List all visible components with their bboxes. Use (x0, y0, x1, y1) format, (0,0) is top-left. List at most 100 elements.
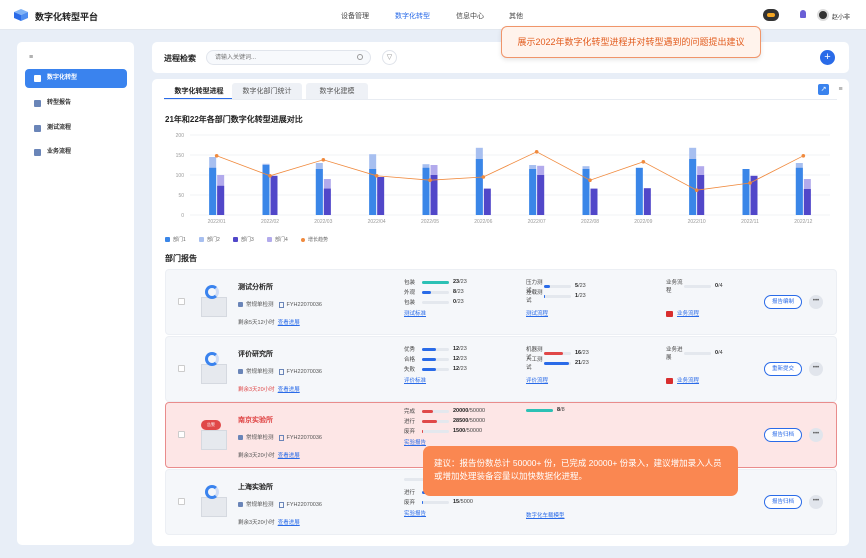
org-name[interactable]: 评价研究所 (238, 349, 273, 359)
assistant-robot-icon[interactable] (763, 9, 779, 21)
business-flow-link[interactable]: 业务流程 (666, 376, 699, 384)
menu-toggle-icon[interactable]: ≡ (29, 54, 33, 61)
process-link[interactable]: 数字化车载模型 (526, 511, 565, 519)
trend-point (694, 188, 699, 192)
metric-bar (526, 408, 553, 412)
metric-value: 1/23 (575, 293, 586, 299)
nav-device-management[interactable]: 设备管理 (341, 11, 369, 21)
x-tick-label: 2022/12 (794, 219, 812, 225)
process-link[interactable]: 评价流程 (526, 376, 548, 384)
metric-name: 废弃 (404, 500, 416, 506)
metric-name: 废弃 (404, 429, 416, 435)
check-type: 常规单检测 (246, 302, 274, 308)
view-progress-link[interactable]: 查看进展 (278, 387, 300, 393)
notification-bell-icon[interactable] (800, 10, 806, 18)
trend-point (374, 174, 379, 178)
metric-value: 12/23 (453, 346, 467, 352)
select-checkbox[interactable] (178, 498, 185, 505)
legend-label: 部门4 (275, 237, 288, 243)
metric-value: 8/8 (557, 407, 565, 413)
legend-item[interactable]: 增长趋势 (301, 236, 328, 243)
more-options-button[interactable]: ••• (809, 362, 823, 376)
org-name[interactable]: 上海实验所 (238, 482, 273, 492)
username[interactable]: 赵小非 (832, 12, 850, 21)
select-checkbox[interactable] (178, 298, 185, 305)
box-cube (201, 297, 227, 317)
search-input[interactable] (215, 52, 345, 63)
more-options-button[interactable]: ••• (809, 295, 823, 309)
action-button[interactable]: 报告归档 (764, 495, 803, 509)
sidebar-item-test-flow[interactable]: 测试流程 (25, 119, 127, 138)
filter-icon[interactable]: ▽ (382, 50, 397, 65)
remaining-time: 剩余3天20小时 查看进展 (238, 453, 300, 459)
bar-部门1 (422, 167, 430, 215)
tab-department-stats[interactable]: 数字化部门统计 (232, 83, 302, 100)
metric-row: 完成 20000/50000 (404, 407, 485, 415)
metric-row: 业务流程 0/4 (666, 278, 723, 294)
list-view-icon[interactable]: ≡ (835, 84, 846, 95)
legend-label: 部门2 (207, 237, 220, 243)
add-button[interactable]: + (820, 50, 835, 65)
action-button[interactable]: 报告编制 (764, 295, 803, 309)
x-tick-label: 2022/10 (688, 219, 706, 225)
view-progress-link[interactable]: 查看进展 (278, 453, 300, 459)
nav-digital-transformation[interactable]: 数字化转型 (395, 11, 430, 21)
metric-row: 业务进展 0/4 (666, 345, 723, 361)
pdf-icon (666, 377, 673, 384)
select-checkbox[interactable] (178, 431, 185, 438)
metric-bar-fill (526, 408, 553, 412)
user-avatar[interactable] (817, 9, 829, 21)
tab-transformation-progress[interactable]: 数字化转型进程 (164, 83, 234, 100)
action-button[interactable]: 重新提交 (764, 362, 803, 376)
report-box-icon: 告警 (199, 418, 229, 450)
legend-item[interactable]: 部门4 (267, 236, 288, 243)
metric-bar (422, 409, 449, 413)
metric-name: 业务流程 (666, 280, 683, 294)
view-progress-link[interactable]: 查看进展 (278, 320, 300, 326)
tab-modeling[interactable]: 数字化建模 (306, 83, 368, 100)
report-box-icon (199, 285, 229, 317)
metric-row: 8/8 (526, 407, 565, 413)
select-checkbox[interactable] (178, 365, 185, 372)
standard-link[interactable]: 测试标准 (404, 309, 426, 317)
business-flow-link[interactable]: 业务流程 (666, 309, 699, 317)
process-link[interactable]: 测试流程 (526, 309, 548, 317)
chart-title: 21年和22年各部门数字化转型进展对比 (165, 115, 303, 124)
org-name[interactable]: 南京实验所 (238, 415, 273, 425)
standard-link[interactable]: 实验报告 (404, 509, 426, 517)
metric-bar (684, 351, 711, 355)
report-card: 评价研究所 常规单检测 FYH22070036 剩余3天20小时 查看进展 优秀 12/23… (165, 336, 837, 402)
metric-value: 28500/50000 (453, 418, 486, 424)
report-meta: 常规单检测 FYH22070036 (238, 433, 322, 441)
metric-row: 挂载测试 1/23 (526, 288, 586, 304)
x-tick-label: 2022/04 (368, 219, 386, 225)
legend-item[interactable]: 部门2 (199, 236, 220, 243)
metric-bar-fill (422, 367, 437, 371)
metric-bar-fill (422, 500, 424, 504)
more-options-button[interactable]: ••• (809, 428, 823, 442)
standard-link[interactable]: 评价标准 (404, 376, 426, 384)
sidebar-item-business-flow[interactable]: 业务流程 (25, 143, 127, 162)
metric-bar (684, 284, 711, 288)
legend-item[interactable]: 部门1 (165, 236, 186, 243)
metric-bar (422, 300, 449, 304)
chart-view-icon[interactable]: ↗ (818, 84, 829, 95)
report-meta: 常规单检测 FYH22070036 (238, 367, 322, 375)
action-button[interactable]: 报告归档 (764, 428, 803, 442)
nav-other[interactable]: 其他 (509, 11, 523, 21)
standard-link[interactable]: 实验报告 (404, 438, 426, 446)
y-tick-label: 200 (176, 133, 185, 139)
metric-row: 外观 8/23 (404, 288, 464, 296)
sidebar-item-label: 转型报告 (47, 100, 72, 106)
view-progress-link[interactable]: 查看进展 (278, 520, 300, 526)
more-options-button[interactable]: ••• (809, 495, 823, 509)
search-icon[interactable] (357, 54, 363, 60)
x-tick-label: 2022/01 (208, 219, 226, 225)
sidebar-item-report[interactable]: 转型报告 (25, 94, 127, 113)
sidebar-item-digital-transformation[interactable]: 数字化转型 (25, 69, 127, 88)
legend-swatch (165, 237, 170, 242)
legend-item[interactable]: 部门3 (233, 236, 254, 243)
org-name[interactable]: 测试分析所 (238, 282, 273, 292)
nav-info-center[interactable]: 信息中心 (456, 11, 484, 21)
document-icon (278, 368, 284, 375)
